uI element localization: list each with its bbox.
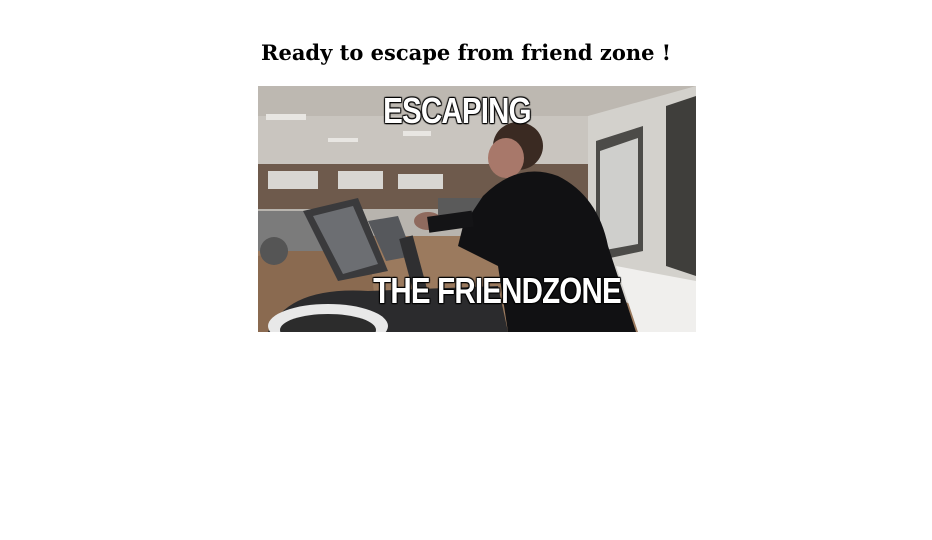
meme-image: ESCAPING THE FRIENDZONE bbox=[258, 86, 696, 332]
meme-bottom-caption: THE FRIENDZONE bbox=[373, 270, 621, 311]
page-title: Ready to escape from friend zone ! bbox=[261, 40, 671, 65]
meme-top-caption: ESCAPING bbox=[383, 90, 531, 131]
